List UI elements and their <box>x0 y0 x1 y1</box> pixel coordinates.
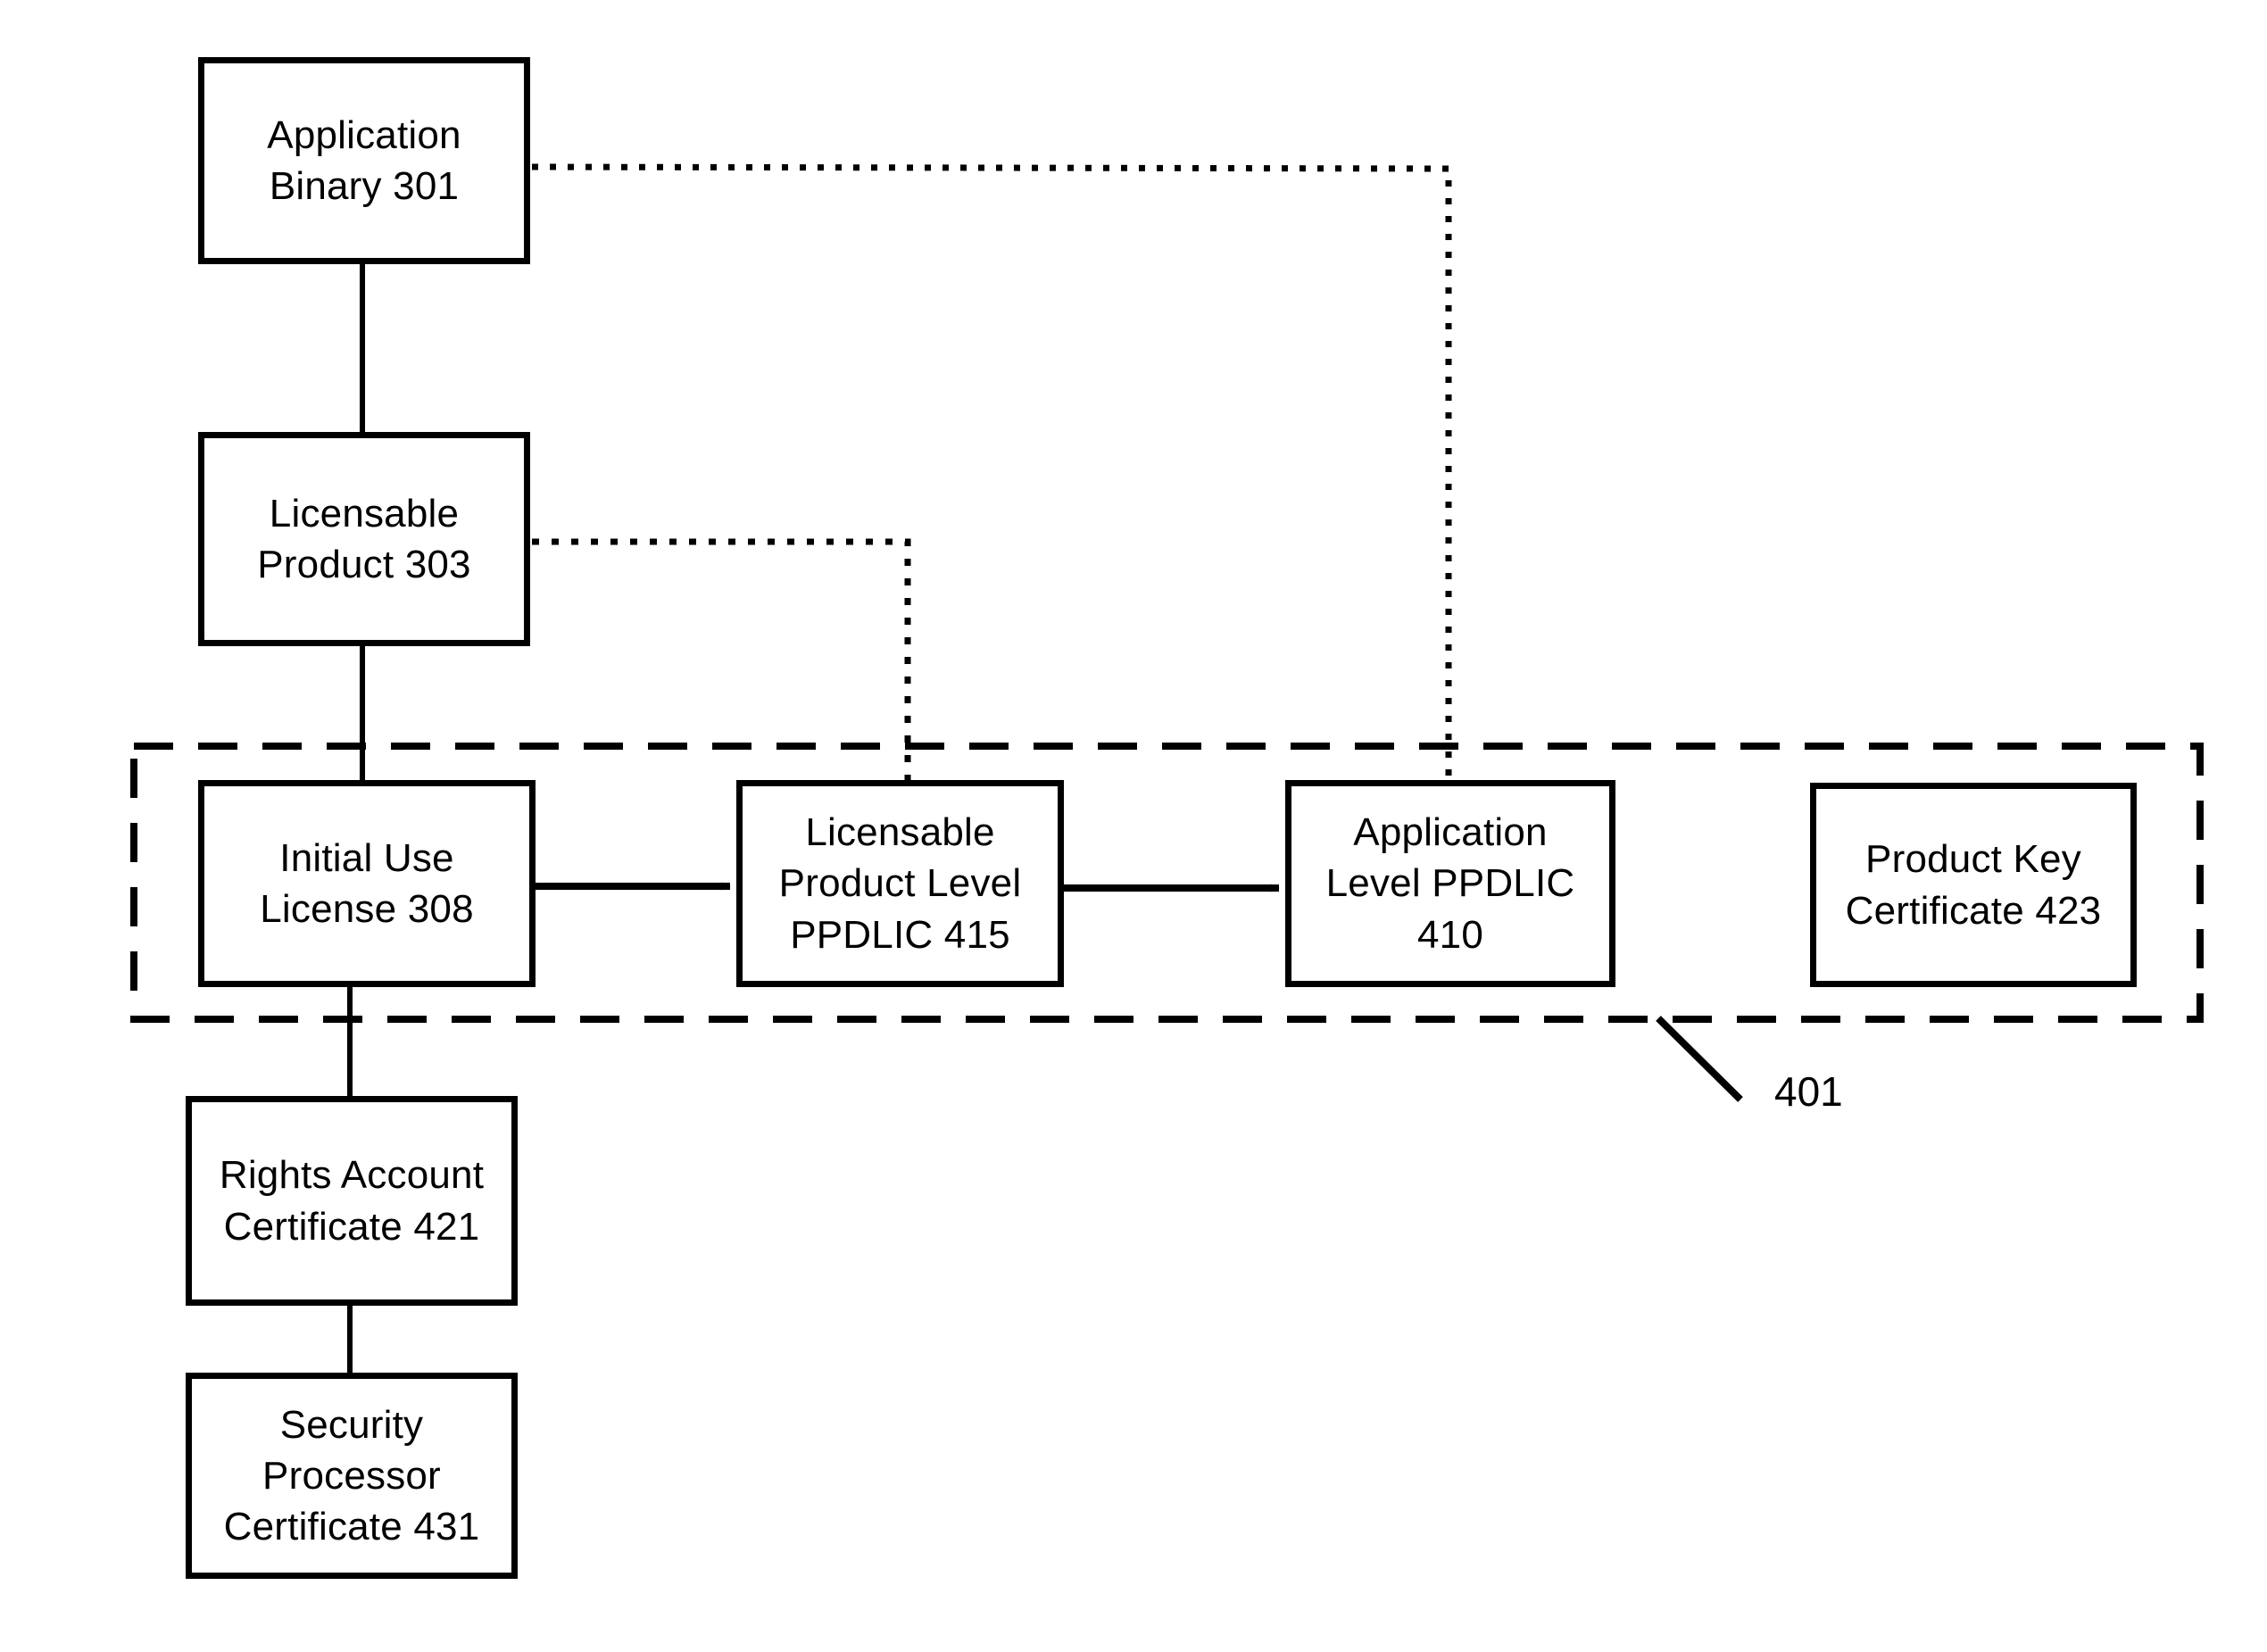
node-label-303: Licensable Product 303 <box>257 491 471 586</box>
node-label-423: Product Key Certificate 423 <box>1845 837 2102 933</box>
node-label-308: Initial Use License 308 <box>260 835 474 931</box>
node-label-431: Security Processor Certificate 431 <box>223 1402 480 1549</box>
node-initial-use-license[interactable]: Initial Use License 308 <box>198 780 536 987</box>
node-rights-account-certificate[interactable]: Rights Account Certificate 421 <box>186 1096 518 1306</box>
node-application-binary[interactable]: Application Binary 301 <box>198 57 530 264</box>
group-ref-label-401: 401 <box>1774 1068 1843 1115</box>
node-product-key-certificate[interactable]: Product Key Certificate 423 <box>1810 783 2137 987</box>
node-licensable-product-level-ppdlic[interactable]: Licensable Product Level PPDLIC 415 <box>736 780 1064 987</box>
node-label-421: Rights Account Certificate 421 <box>219 1153 485 1249</box>
node-application-level-ppdlic[interactable]: Application Level PPDLIC 410 <box>1285 780 1615 987</box>
node-label-415: Licensable Product Level PPDLIC 415 <box>778 810 1022 957</box>
leader-line-401 <box>1656 1016 1743 1102</box>
figure-canvas: Application Binary 301 Licensable Produc… <box>0 0 2267 1652</box>
node-label-301: Application Binary 301 <box>267 112 461 208</box>
dotted-301-410 <box>531 163 1452 780</box>
node-security-processor-certificate[interactable]: Security Processor Certificate 431 <box>186 1373 518 1579</box>
node-licensable-product[interactable]: Licensable Product 303 <box>198 432 530 646</box>
node-label-410: Application Level PPDLIC 410 <box>1325 810 1575 957</box>
